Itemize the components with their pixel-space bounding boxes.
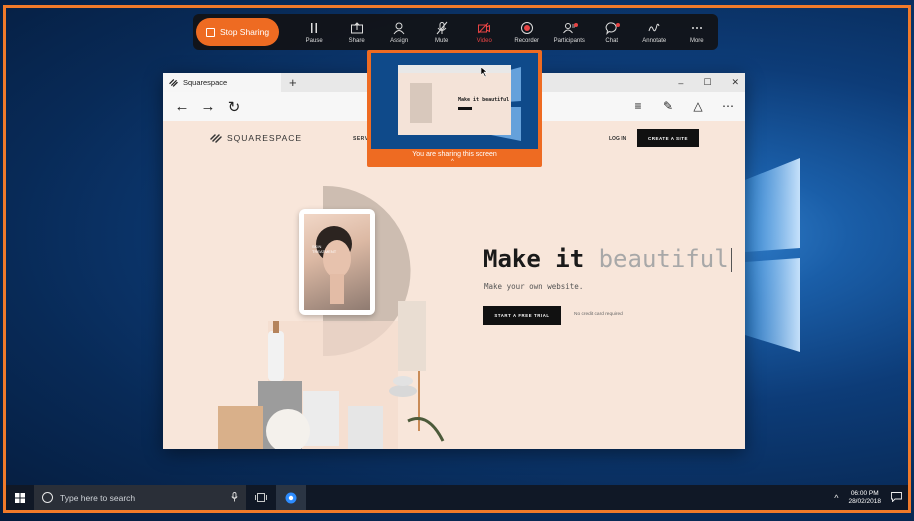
squarespace-logo[interactable]: SQUARESPACE bbox=[210, 133, 302, 143]
refresh-icon[interactable]: ↻ bbox=[221, 97, 247, 117]
stop-sharing-button[interactable]: Stop Sharing bbox=[196, 18, 280, 46]
taskbar-search-box[interactable]: Type here to search bbox=[34, 485, 246, 510]
text-cursor bbox=[730, 248, 732, 272]
forward-arrow-icon[interactable]: → bbox=[195, 97, 221, 117]
action-center-icon[interactable] bbox=[891, 489, 902, 507]
recorder-button[interactable]: Recorder bbox=[505, 21, 548, 44]
share-button[interactable]: Share bbox=[335, 21, 378, 44]
tablet-text: SKIN TREATMENT bbox=[312, 244, 337, 254]
share-preview-thumbnail: Make it beautiful bbox=[371, 53, 538, 149]
mouse-pointer-icon bbox=[481, 67, 488, 77]
browser-tab-squarespace[interactable]: Squarespace bbox=[163, 73, 281, 92]
desktop: Squarespace + – ☐ ✕ ← → ↻ ≡ ✎ △ ⋯ SQUARE… bbox=[0, 0, 914, 521]
assign-button[interactable]: Assign bbox=[378, 21, 421, 44]
show-hidden-icons[interactable]: ^ bbox=[834, 493, 838, 503]
clock-date: 28/02/2018 bbox=[848, 497, 881, 505]
assign-icon bbox=[393, 22, 405, 34]
mute-button[interactable]: Mute bbox=[420, 21, 463, 44]
share-preview-panel[interactable]: Make it beautiful You are sharing this s… bbox=[367, 50, 542, 167]
hero-headline-light: beautiful bbox=[598, 245, 729, 273]
sharing-status-label: You are sharing this screen bbox=[412, 151, 497, 158]
start-free-trial-button[interactable]: START A FREE TRIAL bbox=[483, 306, 561, 325]
squarespace-favicon-icon bbox=[169, 79, 178, 87]
microphone-icon[interactable] bbox=[231, 491, 238, 504]
maximize-button[interactable]: ☐ bbox=[703, 77, 711, 88]
participants-badge bbox=[573, 22, 578, 27]
meeting-app-taskbar-icon[interactable] bbox=[276, 485, 306, 510]
more-menu-icon[interactable]: ⋯ bbox=[717, 96, 739, 116]
hero-headline-bold: Make it bbox=[483, 245, 599, 273]
preview-headline: Make it beautiful bbox=[458, 97, 510, 103]
hero-subline: Make your own website. bbox=[484, 282, 584, 291]
windows-taskbar: Type here to search ^ 06:00 PM 28/02/201… bbox=[6, 485, 908, 510]
search-placeholder: Type here to search bbox=[60, 492, 136, 503]
meeting-toolbar: Stop Sharing Pause Share Assign Mute Vid… bbox=[193, 14, 718, 50]
annotate-button[interactable]: Annotate bbox=[633, 21, 676, 44]
close-button[interactable]: ✕ bbox=[731, 77, 739, 88]
task-view-icon[interactable] bbox=[246, 485, 276, 510]
share-page-icon[interactable]: △ bbox=[687, 96, 709, 116]
chat-badge bbox=[616, 22, 621, 27]
squarespace-logo-icon bbox=[210, 134, 222, 143]
chevron-up-icon[interactable]: ^ bbox=[451, 159, 454, 165]
start-button[interactable] bbox=[6, 485, 34, 510]
windows-start-icon bbox=[15, 492, 25, 503]
video-button[interactable]: Video bbox=[463, 21, 506, 44]
taskbar-clock[interactable]: 06:00 PM 28/02/2018 bbox=[848, 490, 881, 506]
login-link[interactable]: LOG IN bbox=[609, 136, 626, 142]
hub-icon[interactable]: ≡ bbox=[627, 96, 649, 116]
new-tab-button[interactable]: + bbox=[289, 76, 297, 89]
hero-headline: Make it beautiful bbox=[483, 245, 732, 273]
no-credit-card-note: No credit card required bbox=[574, 312, 623, 317]
record-icon bbox=[520, 21, 533, 34]
preview-cta bbox=[458, 107, 472, 110]
stop-sharing-label: Stop Sharing bbox=[219, 27, 270, 37]
more-icon bbox=[691, 26, 702, 29]
preview-browser: Make it beautiful bbox=[398, 65, 511, 135]
squarespace-logo-text: SQUARESPACE bbox=[227, 133, 303, 143]
more-button[interactable]: More bbox=[676, 21, 719, 44]
share-icon bbox=[350, 21, 363, 33]
create-site-button[interactable]: CREATE A SITE bbox=[637, 129, 699, 147]
back-arrow-icon[interactable]: ← bbox=[169, 97, 195, 117]
clock-time: 06:00 PM bbox=[850, 489, 879, 497]
stop-icon bbox=[205, 27, 215, 37]
squarespace-page: SQUARESPACE SERV LOG IN CREATE A SITE SK… bbox=[163, 121, 745, 449]
video-off-icon bbox=[478, 22, 491, 33]
pause-button[interactable]: Pause bbox=[293, 21, 336, 44]
chat-button[interactable]: Chat bbox=[591, 21, 634, 44]
participants-button[interactable]: Participants bbox=[548, 21, 591, 44]
annotate-icon bbox=[648, 23, 660, 31]
browser-tab-title: Squarespace bbox=[183, 78, 228, 87]
tablet-image: SKIN TREATMENT bbox=[299, 209, 375, 315]
cortana-icon bbox=[42, 492, 53, 503]
minimize-button[interactable]: – bbox=[678, 78, 683, 88]
web-note-icon[interactable]: ✎ bbox=[657, 96, 679, 116]
system-tray: ^ 06:00 PM 28/02/2018 bbox=[834, 485, 902, 510]
pause-icon bbox=[311, 22, 318, 33]
mic-muted-icon bbox=[436, 21, 448, 34]
